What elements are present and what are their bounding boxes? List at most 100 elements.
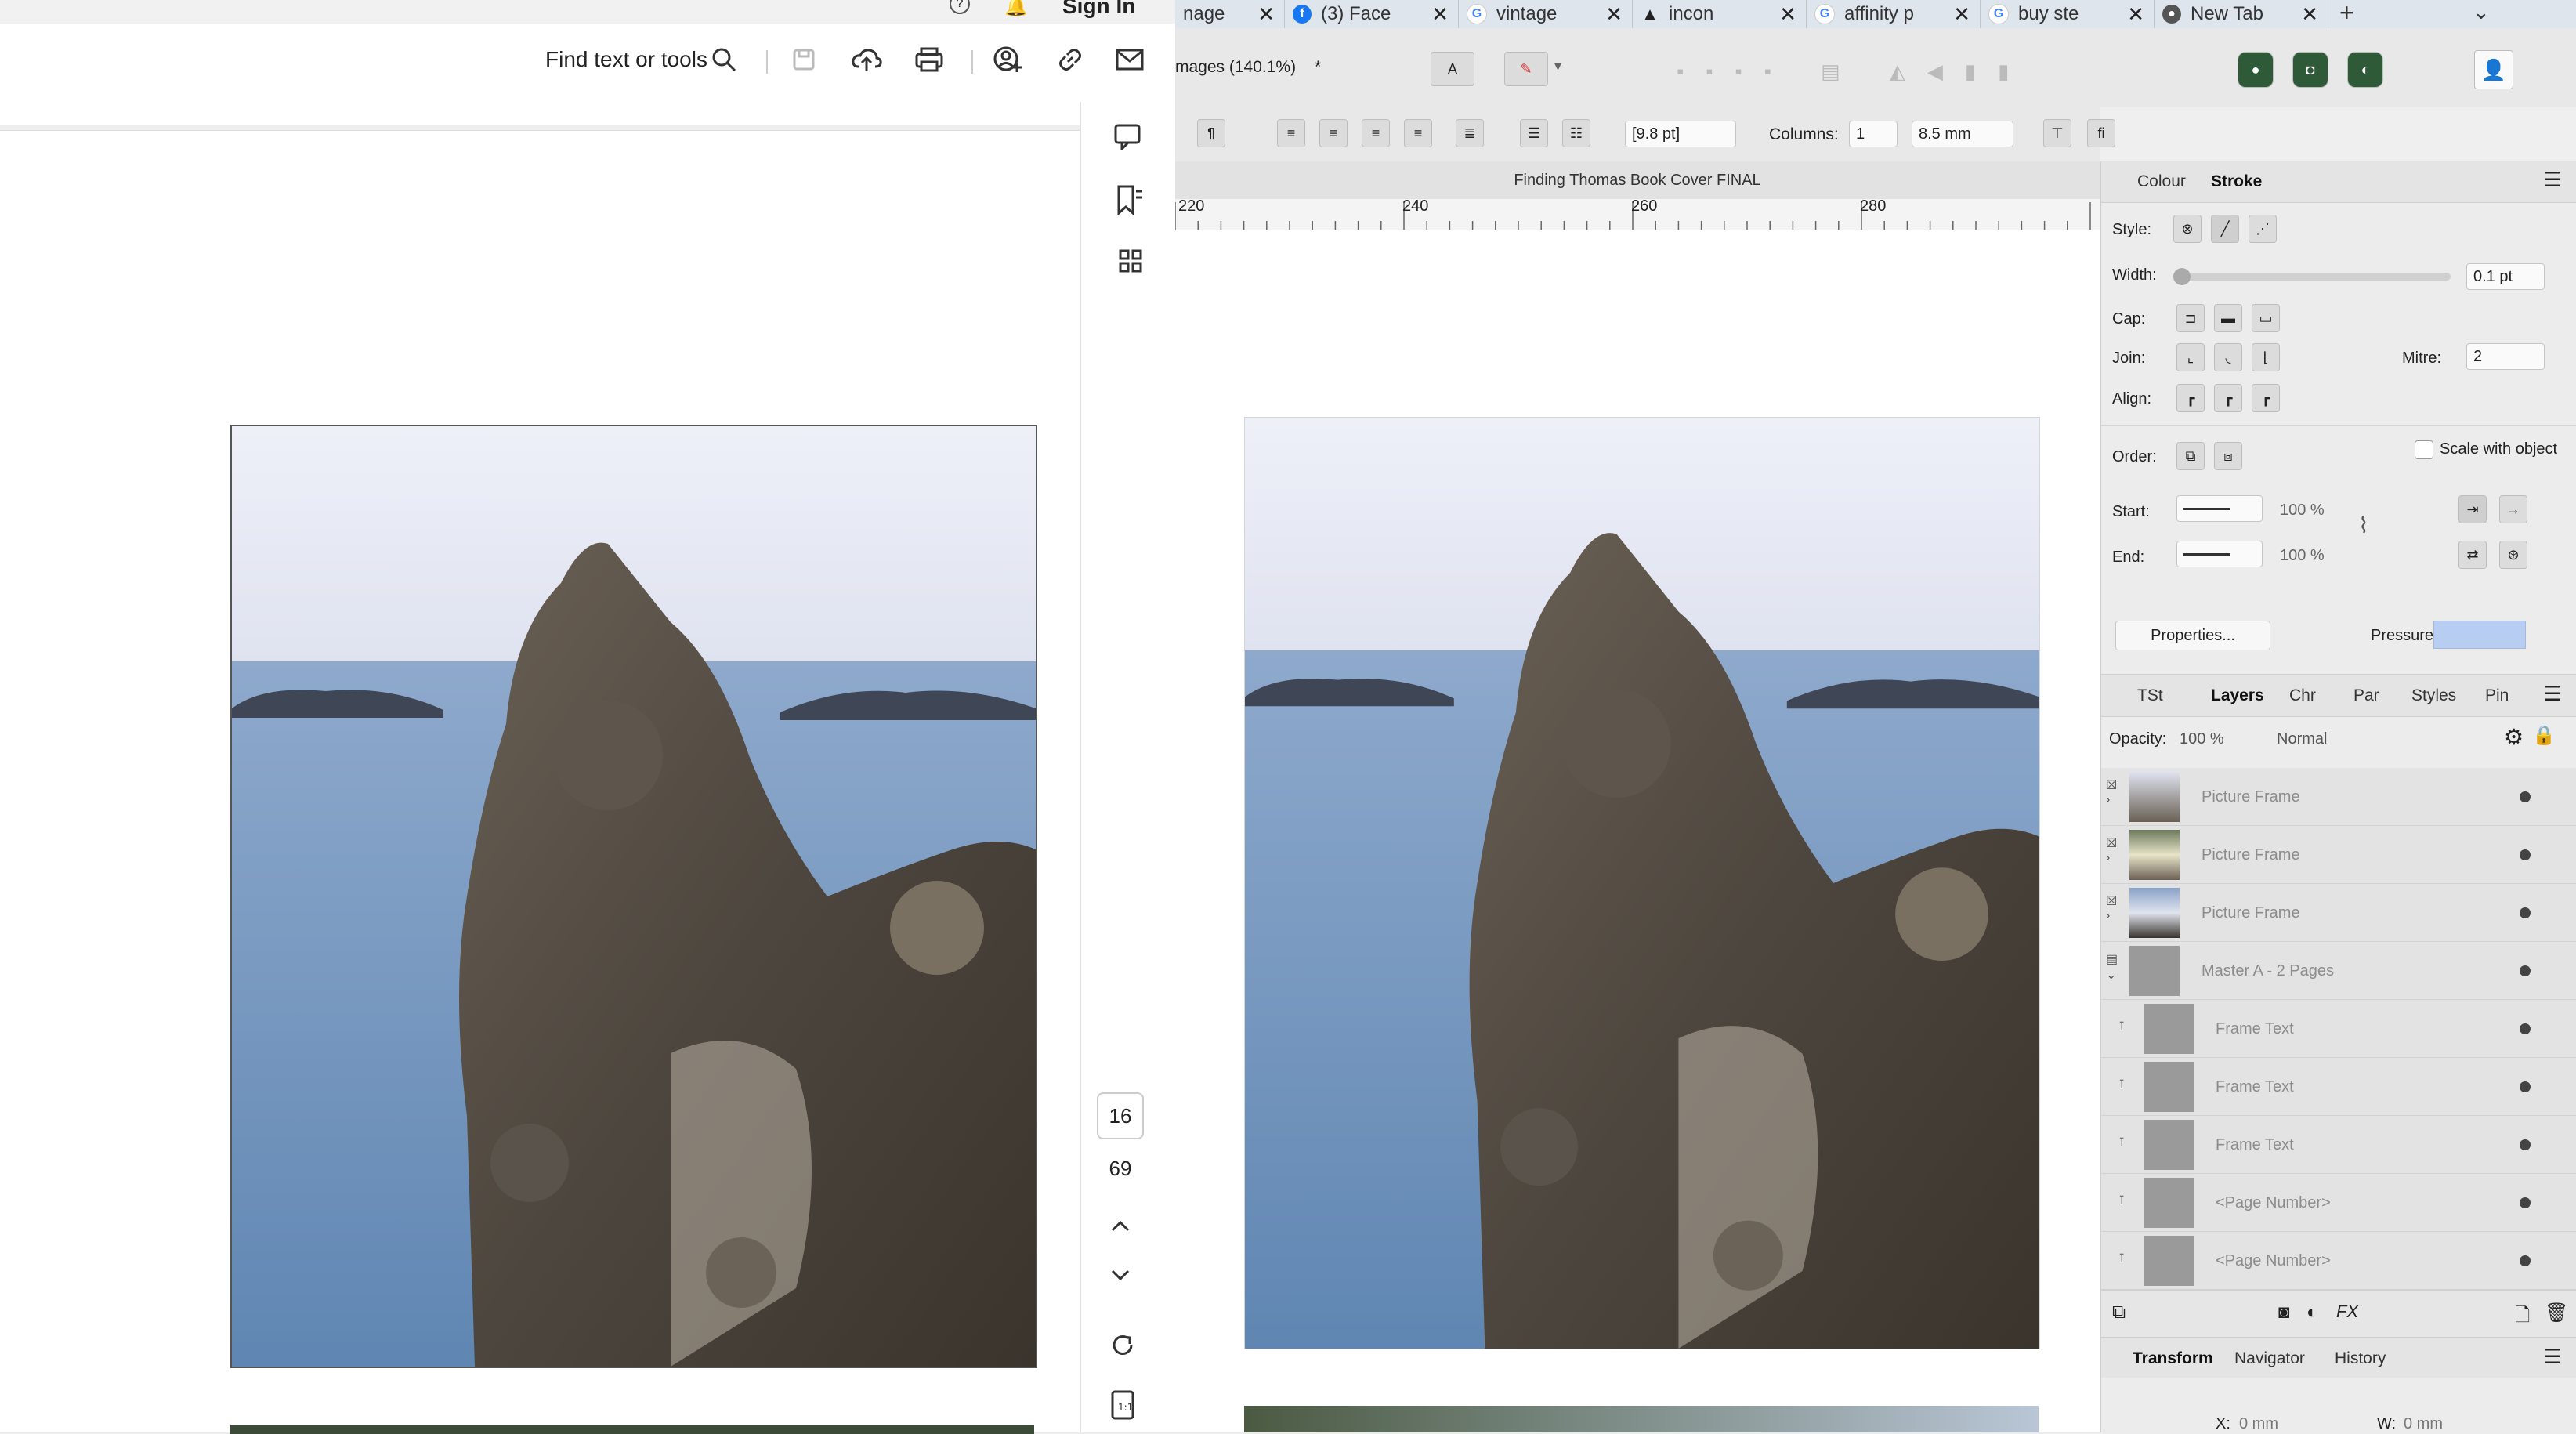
slider-handle[interactable] xyxy=(2173,268,2191,285)
tab-character[interactable]: Chr xyxy=(2289,686,2316,705)
tab-stroke[interactable]: Stroke xyxy=(2211,172,2262,191)
butt-cap-icon[interactable]: ⊐ xyxy=(2176,304,2205,332)
user-account-icon[interactable]: 👤 xyxy=(2474,50,2513,89)
arrow-end-align-icon[interactable]: ⇥ xyxy=(2458,495,2487,523)
scale-with-object-checkbox[interactable] xyxy=(2415,440,2433,459)
visibility-icon[interactable] xyxy=(2520,1023,2531,1034)
comment-icon[interactable] xyxy=(1114,124,1142,154)
persona-export-icon[interactable]: ◐ xyxy=(2347,52,2383,88)
stroke-front-icon[interactable]: ⧈ xyxy=(2214,442,2242,470)
visibility-icon[interactable] xyxy=(2520,907,2531,918)
print-icon[interactable] xyxy=(912,42,946,77)
bell-icon[interactable]: 🔔 xyxy=(1004,0,1028,18)
page-number-input[interactable]: 16 xyxy=(1097,1092,1144,1139)
expand-icon[interactable]: ☒ › xyxy=(2106,835,2122,875)
properties-button[interactable]: Properties... xyxy=(2115,621,2270,650)
tab-styles[interactable]: Styles xyxy=(2411,686,2456,705)
gutter-field[interactable]: 8.5 mm xyxy=(1912,121,2013,147)
baseline-grid-icon[interactable]: ⊤ xyxy=(2043,119,2071,147)
browser-tab[interactable]: Gaffinity p ✕ xyxy=(1807,0,1981,28)
width-slider[interactable] xyxy=(2173,268,2451,285)
close-icon[interactable]: ✕ xyxy=(2301,2,2318,27)
tab-history[interactable]: History xyxy=(2335,1349,2386,1368)
new-tab-plus-icon[interactable]: + xyxy=(2339,0,2354,27)
expand-icon[interactable]: ▤ ⌄ xyxy=(2106,951,2122,990)
dashed-stroke-icon[interactable]: ⋰ xyxy=(2249,215,2277,243)
document-tab[interactable]: mages (140.1%) * xyxy=(1175,52,1355,83)
pdf-document-area[interactable] xyxy=(0,102,1080,1434)
close-icon[interactable]: ✕ xyxy=(1605,2,1623,27)
find-text-label[interactable]: Find text or tools xyxy=(545,47,707,72)
pen-tool-icon[interactable]: ✎ xyxy=(1504,52,1548,86)
numbering-icon[interactable]: ☷ xyxy=(1562,119,1590,147)
close-icon[interactable]: ✕ xyxy=(1953,2,1970,27)
panel-menu-icon[interactable]: ☰ xyxy=(2543,1345,2561,1369)
layer-row[interactable]: ⊺ Frame Text xyxy=(2101,1058,2576,1116)
browser-tab[interactable]: Gbuy ste ✕ xyxy=(1981,0,2155,28)
adjustment-icon[interactable]: ◐ xyxy=(2306,1302,2318,1324)
gear-icon[interactable]: ⚙ xyxy=(2504,724,2524,750)
tab-list-chevron-icon[interactable]: ⌄ xyxy=(2473,0,2490,24)
align-center-icon[interactable]: ≡ xyxy=(1319,119,1348,147)
browser-tab[interactable]: f (3) Face ✕ xyxy=(1285,0,1459,28)
start-arrowhead-select[interactable] xyxy=(2176,495,2263,522)
solid-stroke-icon[interactable]: ╱ xyxy=(2211,215,2239,243)
tab-transform[interactable]: Transform xyxy=(2133,1349,2213,1368)
layer-row[interactable]: ▤ ⌄ Master A - 2 Pages xyxy=(2101,942,2576,1000)
visibility-icon[interactable] xyxy=(2520,1197,2531,1208)
end-scale-value[interactable]: 100 % xyxy=(2280,547,2325,565)
tab-text-styles[interactable]: TSt xyxy=(2137,686,2163,705)
share-user-icon[interactable] xyxy=(990,42,1025,77)
ligature-icon[interactable]: fi xyxy=(2087,119,2115,147)
sign-in-link[interactable]: Sign In xyxy=(1062,0,1135,19)
pressure-graph[interactable] xyxy=(2433,621,2526,649)
opacity-value[interactable]: 100 % xyxy=(2180,730,2224,748)
tab-colour[interactable]: Colour xyxy=(2137,172,2186,191)
search-icon[interactable] xyxy=(707,42,741,77)
align-outside-icon[interactable]: ┏ xyxy=(2252,384,2280,412)
arrow-direction-icon[interactable]: → xyxy=(2499,495,2527,523)
align-right-icon[interactable]: ≡ xyxy=(1362,119,1390,147)
width-field[interactable]: 0.1 pt xyxy=(2466,263,2545,290)
browser-tab[interactable]: Gvintage ✕ xyxy=(1459,0,1633,28)
thumbnails-icon[interactable] xyxy=(1119,249,1142,277)
expand-icon[interactable]: ☒ › xyxy=(2106,777,2122,817)
round-cap-icon[interactable]: ▬ xyxy=(2214,304,2242,332)
blend-mode-select[interactable]: Normal xyxy=(2277,730,2327,748)
chevron-down-icon[interactable]: ▾ xyxy=(1554,58,1561,74)
vertical-align-icon[interactable]: ≣ xyxy=(1456,119,1484,147)
layer-row[interactable]: ☒ › Picture Frame xyxy=(2101,884,2576,942)
close-icon[interactable]: ✕ xyxy=(1257,2,1275,27)
tab-layers[interactable]: Layers xyxy=(2211,686,2264,705)
visibility-icon[interactable] xyxy=(2520,1139,2531,1150)
bullets-icon[interactable]: ☰ xyxy=(1520,119,1548,147)
document-canvas[interactable] xyxy=(1175,230,2100,1432)
browser-tab[interactable]: ● New Tab ✕ xyxy=(2155,0,2328,28)
browser-tab[interactable]: nage ✕ xyxy=(1175,0,1285,28)
rotate-icon[interactable] xyxy=(1109,1332,1136,1363)
visibility-icon[interactable] xyxy=(2520,849,2531,860)
effects-icon[interactable]: FX xyxy=(2336,1302,2358,1322)
layer-row[interactable]: ☒ › Picture Frame xyxy=(2101,826,2576,884)
x-value[interactable]: 0 mm xyxy=(2239,1415,2278,1433)
page-fit-icon[interactable]: 1:1 xyxy=(1111,1390,1136,1424)
lock-icon[interactable]: 🔒 xyxy=(2532,724,2556,747)
expand-icon[interactable]: ☒ › xyxy=(2106,893,2122,932)
horizontal-ruler[interactable]: 220 240 260 280 xyxy=(1175,197,2100,231)
chevron-up-icon[interactable] xyxy=(1109,1218,1131,1237)
close-icon[interactable]: ✕ xyxy=(1431,2,1449,27)
link-scale-icon[interactable]: ⌇ xyxy=(2358,512,2369,538)
panel-menu-icon[interactable]: ☰ xyxy=(2543,682,2561,706)
save-icon[interactable] xyxy=(787,42,821,77)
layer-row[interactable]: ⊺ Frame Text xyxy=(2101,1116,2576,1174)
visibility-icon[interactable] xyxy=(2520,791,2531,802)
align-inside-icon[interactable]: ┏ xyxy=(2176,384,2205,412)
browser-tab[interactable]: ▲ incon ✕ xyxy=(1633,0,1807,28)
justify-icon[interactable]: ≡ xyxy=(1404,119,1432,147)
tab-navigator[interactable]: Navigator xyxy=(2234,1349,2305,1368)
swap-arrows-icon[interactable]: ⇄ xyxy=(2458,541,2487,569)
visibility-icon[interactable] xyxy=(2520,965,2531,976)
square-cap-icon[interactable]: ▭ xyxy=(2252,304,2280,332)
link-icon[interactable] xyxy=(1053,42,1087,77)
stroke-behind-icon[interactable]: ⧉ xyxy=(2176,442,2205,470)
